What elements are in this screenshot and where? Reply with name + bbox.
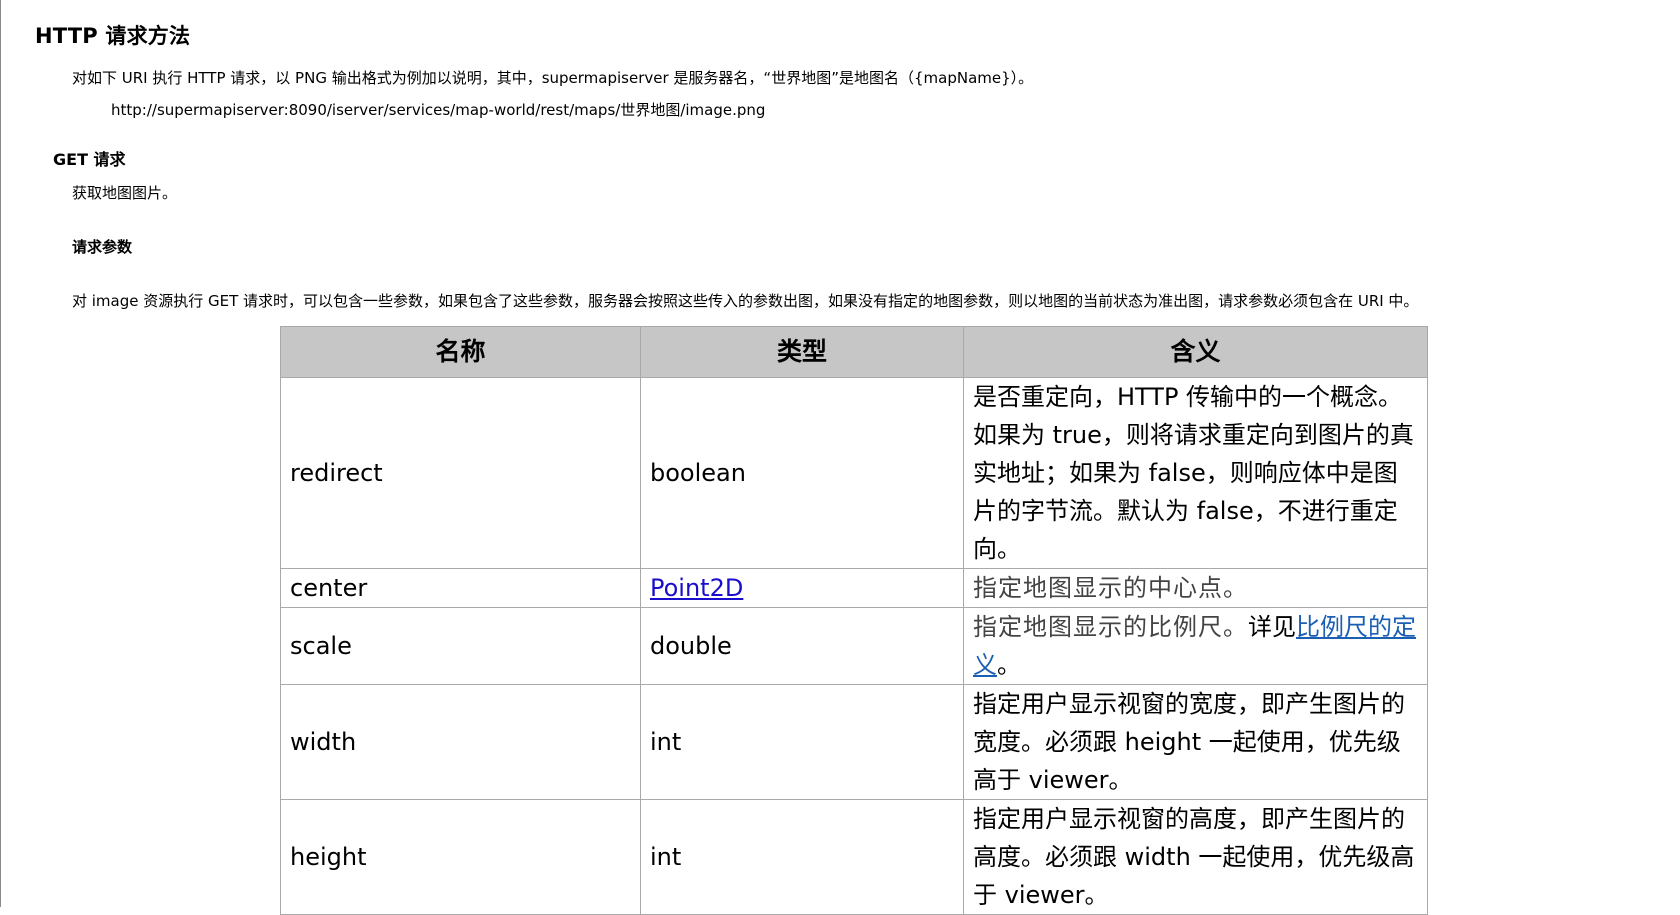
param-type: double: [640, 607, 964, 685]
param-type: int: [640, 799, 964, 915]
param-name: redirect: [280, 377, 641, 569]
param-desc: 指定地图显示的比例尺。: [973, 613, 1248, 641]
table-header-row: 名称 类型 含义: [280, 326, 1428, 378]
desc-period: 。: [997, 651, 1021, 679]
get-request-heading: GET 请求: [53, 150, 126, 169]
param-desc: 指定地图显示的中心点。: [963, 568, 1428, 608]
point2d-link[interactable]: Point2D: [650, 574, 743, 602]
param-desc-cell: 指定地图显示的比例尺。详见比例尺的定义。: [963, 607, 1428, 685]
request-params-heading: 请求参数: [72, 238, 133, 256]
table-row: scale double 指定地图显示的比例尺。详见比例尺的定义。: [280, 607, 1428, 685]
param-name: width: [280, 684, 641, 800]
param-name: scale: [280, 607, 641, 685]
param-name: center: [280, 568, 641, 608]
intro-text: 对如下 URI 执行 HTTP 请求，以 PNG 输出格式为例加以说明，其中，s…: [72, 69, 1034, 87]
table-row: height int 指定用户显示视窗的高度，即产生图片的高度。必须跟 widt…: [280, 799, 1428, 915]
param-type-cell: Point2D: [640, 568, 964, 608]
get-request-description: 获取地图图片。: [72, 184, 178, 202]
params-table: 名称 类型 含义 redirect boolean 是否重定向，HTTP 传输中…: [280, 326, 1428, 915]
left-border: [0, 0, 1, 907]
table-row: width int 指定用户显示视窗的宽度，即产生图片的宽度。必须跟 heigh…: [280, 684, 1428, 800]
param-desc: 指定用户显示视窗的宽度，即产生图片的宽度。必须跟 height 一起使用，优先级…: [963, 684, 1428, 800]
request-params-description: 对 image 资源执行 GET 请求时，可以包含一些参数，如果包含了这些参数，…: [72, 292, 1419, 310]
param-desc: 指定用户显示视窗的高度，即产生图片的高度。必须跟 width 一起使用，优先级高…: [963, 799, 1428, 915]
param-name: height: [280, 799, 641, 915]
section-heading: HTTP 请求方法: [35, 24, 191, 48]
param-type: boolean: [640, 377, 964, 569]
param-desc: 是否重定向，HTTP 传输中的一个概念。如果为 true，则将请求重定向到图片的…: [963, 377, 1428, 569]
resource-url: http://supermapiserver:8090/iserver/serv…: [111, 101, 766, 119]
table-row: center Point2D 指定地图显示的中心点。: [280, 568, 1428, 608]
see-also-text: 详见: [1248, 613, 1296, 641]
header-name: 名称: [280, 326, 641, 378]
header-type: 类型: [640, 326, 964, 378]
header-meaning: 含义: [963, 326, 1428, 378]
table-row: redirect boolean 是否重定向，HTTP 传输中的一个概念。如果为…: [280, 377, 1428, 569]
param-type: int: [640, 684, 964, 800]
